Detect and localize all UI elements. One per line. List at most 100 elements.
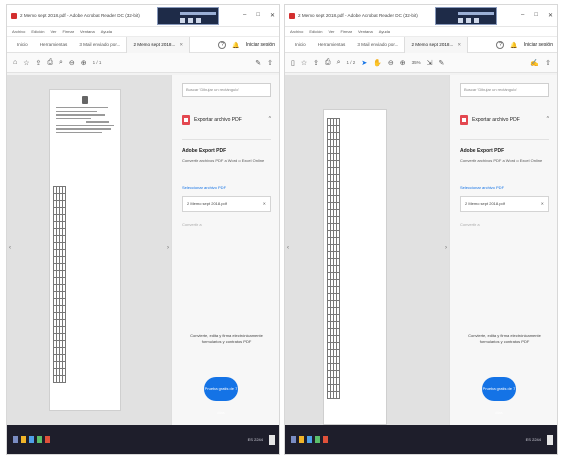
signin-button[interactable]: Iniciar sesión [246, 42, 275, 48]
print-icon[interactable]: ⎙ [47, 59, 53, 67]
upload-icon[interactable]: ⇪ [36, 59, 42, 67]
home-icon[interactable]: ⌂ [13, 59, 17, 66]
file-explorer-icon[interactable] [21, 436, 26, 443]
print-icon[interactable]: ⎙ [325, 59, 331, 67]
menu-firmar[interactable]: Firmar [340, 29, 352, 34]
chevron-up-icon[interactable]: ^ [269, 116, 271, 122]
tab-herramientas[interactable]: Herramientas [34, 37, 74, 53]
fit-page-icon[interactable]: ⇲ [427, 59, 433, 67]
browser-icon[interactable] [29, 436, 34, 443]
menu-firmar[interactable]: Firmar [62, 29, 74, 34]
selected-file[interactable]: 2 Memo sept 2018.pdf ✕ [182, 196, 271, 212]
pen-icon[interactable]: ✍ [530, 59, 539, 67]
tool-search-input[interactable]: Buscar 'Dibujar un rectángulo' [460, 83, 549, 97]
menu-archivo[interactable]: Archivo [12, 29, 25, 34]
maximize-icon[interactable]: □ [256, 12, 260, 19]
bell-icon[interactable]: 🔔 [232, 42, 239, 49]
acrobat-taskbar-icon[interactable] [323, 436, 328, 443]
cursor-icon[interactable]: ➤ [361, 59, 367, 67]
page-thumbnail-icon[interactable]: ▯ [291, 59, 295, 67]
menu-ver[interactable]: Ver [50, 29, 56, 34]
acrobat-taskbar-icon[interactable] [45, 436, 50, 443]
menu-archivo[interactable]: Archivo [290, 29, 303, 34]
close-icon[interactable]: ✕ [270, 12, 275, 19]
close-icon[interactable]: ✕ [263, 197, 266, 211]
tab-mail[interactable]: 3 Mail enviado por... [351, 37, 404, 53]
menu-edicion[interactable]: Edición [309, 29, 322, 34]
export-pdf-header[interactable]: Exportar archivo PDF ^ [182, 115, 271, 125]
zoom-out-icon[interactable]: ⊖ [69, 59, 75, 67]
start-icon[interactable] [291, 436, 296, 443]
tool-search-input[interactable]: Buscar 'Dibujar un rectángulo' [182, 83, 271, 97]
free-trial-button[interactable]: Prueba gratis de 7 días [204, 377, 238, 415]
recorder-widget[interactable] [435, 7, 497, 25]
recorder-widget[interactable] [157, 7, 219, 25]
zoom-in-icon[interactable]: ⊕ [81, 59, 87, 67]
app-icon[interactable] [37, 436, 42, 443]
minimize-icon[interactable]: – [243, 12, 246, 19]
menu-ventana[interactable]: Ventana [358, 29, 373, 34]
hand-icon[interactable]: ✋ [373, 59, 382, 67]
menu-ventana[interactable]: Ventana [80, 29, 95, 34]
maximize-icon[interactable]: □ [534, 12, 538, 19]
free-trial-button[interactable]: Prueba gratis de 7 días [482, 377, 516, 415]
bell-icon[interactable]: 🔔 [510, 42, 517, 49]
zoom-level[interactable]: 35% [412, 60, 421, 65]
chevron-up-icon[interactable]: ^ [547, 116, 549, 122]
menu-ver[interactable]: Ver [328, 29, 334, 34]
comment-icon[interactable]: ✎ [439, 59, 445, 67]
select-pdf-link[interactable]: Seleccionar archivo PDF [182, 185, 271, 190]
app-icon[interactable] [315, 436, 320, 443]
start-icon[interactable] [13, 436, 18, 443]
tab-mail[interactable]: 3 Mail enviado por... [73, 37, 126, 53]
signin-button[interactable]: Iniciar sesión [524, 42, 553, 48]
stop-button[interactable] [196, 18, 201, 23]
page-indicator[interactable]: 1 / 1 [93, 60, 102, 65]
pause-button[interactable] [188, 18, 193, 23]
menu-ayuda[interactable]: Ayuda [101, 29, 112, 34]
document-area[interactable]: ‹ › [7, 75, 171, 427]
notification-icon[interactable] [269, 434, 275, 445]
chevron-left-icon[interactable]: ‹ [287, 245, 289, 251]
search-icon[interactable]: ⌕ [337, 59, 341, 67]
file-explorer-icon[interactable] [299, 436, 304, 443]
menu-ayuda[interactable]: Ayuda [379, 29, 390, 34]
tab-herramientas[interactable]: Herramientas [312, 37, 352, 53]
comment-icon[interactable]: ✎ [255, 59, 261, 67]
tab-inicio[interactable]: Inicio [11, 37, 34, 53]
star-icon[interactable]: ☆ [23, 59, 29, 67]
star-icon[interactable]: ☆ [301, 59, 307, 67]
pause-button[interactable] [466, 18, 471, 23]
table-row [53, 347, 66, 355]
stop-button[interactable] [474, 18, 479, 23]
tab-memo[interactable]: 2 Memo sept 2018... ✕ [404, 36, 469, 53]
chevron-left-icon[interactable]: ‹ [9, 245, 11, 251]
document-area[interactable]: ‹ › [285, 75, 449, 427]
chevron-right-icon[interactable]: › [167, 245, 169, 251]
close-icon[interactable]: ✕ [541, 197, 544, 211]
upload-icon[interactable]: ⇪ [313, 59, 319, 67]
record-button[interactable] [458, 18, 463, 23]
tab-inicio[interactable]: Inicio [289, 37, 312, 53]
help-icon[interactable]: ? [496, 41, 505, 49]
chevron-right-icon[interactable]: › [445, 245, 447, 251]
close-icon[interactable]: ✕ [179, 42, 183, 47]
select-pdf-link[interactable]: Seleccionar archivo PDF [460, 185, 549, 190]
tab-memo[interactable]: 2 Memo sept 2018... ✕ [126, 36, 191, 53]
close-icon[interactable]: ✕ [548, 12, 553, 19]
help-icon[interactable]: ? [218, 41, 227, 49]
close-icon[interactable]: ✕ [457, 42, 461, 47]
menu-edicion[interactable]: Edición [31, 29, 44, 34]
share-icon[interactable]: ⇧ [267, 59, 273, 67]
record-button[interactable] [180, 18, 185, 23]
zoom-out-icon[interactable]: ⊖ [388, 59, 394, 67]
minimize-icon[interactable]: – [521, 12, 524, 19]
page-indicator[interactable]: 1 / 2 [347, 60, 356, 65]
browser-icon[interactable] [307, 436, 312, 443]
search-icon[interactable]: ⌕ [59, 59, 63, 67]
notification-icon[interactable] [547, 434, 553, 445]
zoom-in-icon[interactable]: ⊕ [400, 59, 406, 67]
selected-file[interactable]: 2 Memo sept 2018.pdf ✕ [460, 196, 549, 212]
export-pdf-header[interactable]: Exportar archivo PDF ^ [460, 115, 549, 125]
share-icon[interactable]: ⇧ [545, 59, 551, 67]
